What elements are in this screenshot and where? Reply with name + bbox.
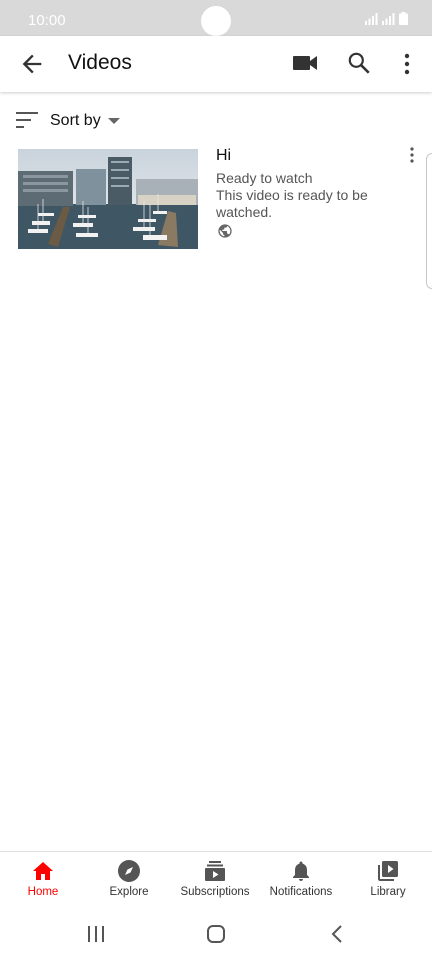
- create-video-button[interactable]: [293, 53, 319, 73]
- video-camera-icon: [293, 56, 317, 70]
- home-button-icon[interactable]: [206, 924, 226, 944]
- video-thumbnail[interactable]: [18, 149, 198, 249]
- battery-icon: [399, 12, 408, 25]
- search-icon: [348, 52, 370, 74]
- more-vert-icon: [410, 147, 414, 163]
- video-list-item[interactable]: Hi Ready to watch This video is ready to…: [0, 144, 432, 254]
- system-navigation-bar: [0, 906, 432, 960]
- video-more-options-button[interactable]: [402, 146, 422, 166]
- video-title: Hi: [216, 147, 232, 164]
- page-title: Videos: [68, 51, 132, 74]
- arrow-left-icon: [22, 54, 42, 74]
- nav-library-label: Library: [370, 886, 406, 898]
- back-nav-icon[interactable]: [330, 924, 344, 944]
- globe-icon: [218, 224, 232, 238]
- thumbnail-image: [18, 149, 198, 249]
- signal-icon: [365, 13, 378, 25]
- back-button[interactable]: [18, 50, 46, 78]
- sort-icon: [16, 112, 38, 128]
- sort-control[interactable]: Sort by: [0, 104, 432, 138]
- nav-subscriptions[interactable]: Subscriptions: [172, 852, 258, 906]
- sort-label: Sort by: [50, 112, 101, 129]
- home-icon: [33, 862, 53, 880]
- scroll-handle[interactable]: [426, 153, 432, 289]
- nav-home-label: Home: [27, 886, 59, 898]
- library-icon: [378, 861, 398, 881]
- nav-subscriptions-label: Subscriptions: [180, 886, 250, 898]
- compass-icon: [118, 860, 140, 882]
- nav-explore[interactable]: Explore: [86, 852, 172, 906]
- video-description: This video is ready to be watched.: [216, 187, 368, 220]
- search-button[interactable]: [346, 50, 372, 76]
- nav-explore-label: Explore: [109, 886, 149, 898]
- status-time: 10:00: [28, 12, 66, 29]
- nav-home[interactable]: Home: [0, 852, 86, 906]
- signal-icon-2: [382, 13, 395, 25]
- nav-library[interactable]: Library: [345, 852, 431, 906]
- recent-apps-icon[interactable]: [86, 925, 106, 943]
- subscriptions-icon: [205, 861, 225, 881]
- video-status: Ready to watch: [216, 170, 313, 186]
- more-vert-icon: [404, 53, 410, 75]
- more-options-button[interactable]: [396, 50, 418, 78]
- bell-icon: [293, 861, 309, 881]
- bottom-navigation: Home Explore Subscriptions Notifications…: [0, 851, 432, 906]
- status-icons: [365, 12, 408, 25]
- nav-notifications[interactable]: Notifications: [258, 852, 344, 906]
- app-bar: Videos: [0, 36, 432, 92]
- caret-down-icon: [108, 118, 120, 124]
- status-bar: 10:00: [0, 0, 432, 36]
- nav-notifications-label: Notifications: [269, 886, 333, 898]
- camera-cutout: [201, 6, 231, 36]
